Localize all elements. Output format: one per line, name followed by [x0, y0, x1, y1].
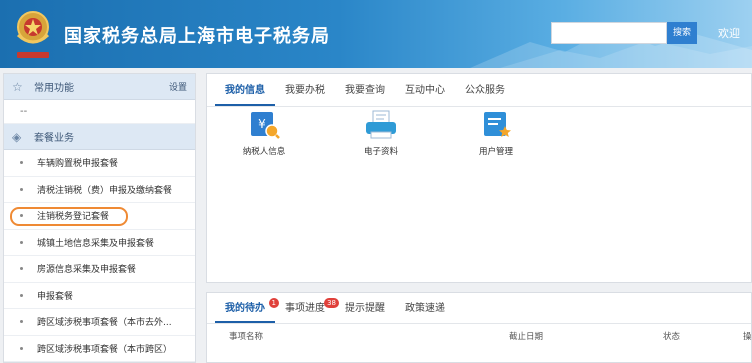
- todo-panel: 我的待办 1 事项进度 38 提示提醒 政策速递 事项名称 截止日期 状态 操: [206, 292, 752, 363]
- bullet-icon: [20, 187, 23, 191]
- tab-reminders[interactable]: 提示提醒: [335, 293, 395, 323]
- sidebar-item-label: 城镇土地信息采集及申报套餐: [37, 238, 155, 249]
- tile-taxpayer-info[interactable]: ¥ 纳税人信息: [219, 110, 309, 157]
- sidebar-item-tax-clearance[interactable]: 清税注销税（费）申报及缴纳套餐: [4, 177, 195, 203]
- sidebar-package-label: 套餐业务: [34, 133, 74, 144]
- sidebar-package-header[interactable]: ◈ 套餐业务: [4, 124, 195, 150]
- bullet-icon: [20, 240, 23, 244]
- bullet-icon: [20, 293, 23, 297]
- sidebar-common-label: 常用功能: [34, 83, 74, 94]
- column-header-action: 操: [743, 332, 752, 342]
- my-info-panel: 我的信息 我要办税 我要查询 互动中心 公众服务 ¥ 纳税人信息 电子资料 用户…: [206, 73, 752, 283]
- tile-user-management[interactable]: 用户管理: [451, 110, 541, 157]
- search-input[interactable]: [551, 22, 667, 44]
- taxpayer-info-icon: ¥: [251, 112, 280, 139]
- bullet-icon: [20, 320, 23, 324]
- tab-label: 政策速递: [405, 303, 445, 314]
- sidebar-item-urban-land[interactable]: 城镇土地信息采集及申报套餐: [4, 230, 195, 256]
- tile-electronic-docs[interactable]: 电子资料: [336, 110, 426, 157]
- tab-policy[interactable]: 政策速递: [395, 293, 455, 323]
- layers-icon: ◈: [12, 129, 22, 144]
- sidebar-item-label: 跨区域涉税事项套餐（本市跨区）: [37, 344, 173, 355]
- todo-tabs: 我的待办 1 事项进度 38 提示提醒 政策速递: [207, 293, 751, 324]
- tab-query[interactable]: 我要查询: [335, 74, 395, 106]
- tile-label: 用户管理: [478, 147, 513, 157]
- sidebar-item-label: 跨区域涉税事项套餐（本市去外...: [37, 318, 172, 329]
- bullet-icon: [20, 346, 23, 350]
- welcome-text: 欢迎: [718, 27, 740, 40]
- sidebar-item-label: 房源信息采集及申报套餐: [37, 265, 137, 276]
- tab-progress[interactable]: 事项进度 38: [275, 293, 339, 323]
- electronic-docs-icon: [366, 110, 396, 139]
- highlight-annotation: [10, 207, 128, 226]
- tab-label: 提示提醒: [345, 303, 385, 314]
- sidebar-item-label: 清税注销税（费）申报及缴纳套餐: [37, 185, 173, 196]
- bullet-icon: [20, 267, 23, 271]
- sidebar-common-header[interactable]: ☆ 常用功能 设置: [4, 74, 195, 100]
- site-title: 国家税务总局上海市电子税务局: [64, 26, 330, 47]
- tax-emblem-icon: [16, 11, 50, 58]
- settings-link[interactable]: 设置: [169, 80, 187, 93]
- tab-public-service[interactable]: 公众服务: [455, 74, 515, 106]
- sidebar-item-declaration[interactable]: 申报套餐: [4, 283, 195, 309]
- sidebar-item-cross-region-out[interactable]: 跨区域涉税事项套餐（本市去外...: [4, 309, 195, 336]
- tab-label: 我的待办: [225, 303, 265, 314]
- todo-table-header: 事项名称 截止日期 状态 操: [207, 324, 752, 346]
- sidebar-item-vehicle-purchase-tax[interactable]: 车辆购置税申报套餐: [4, 150, 195, 177]
- tab-label: 事项进度: [285, 303, 325, 314]
- tab-my-info[interactable]: 我的信息: [215, 74, 275, 106]
- user-management-icon: [484, 112, 511, 137]
- star-icon: ☆: [12, 79, 23, 94]
- column-header-item-name: 事项名称: [229, 332, 264, 342]
- bullet-icon: [20, 161, 23, 165]
- column-header-deadline: 截止日期: [509, 332, 544, 342]
- tab-my-todo[interactable]: 我的待办 1: [215, 293, 279, 323]
- column-header-status: 状态: [663, 332, 681, 342]
- tab-interaction[interactable]: 互动中心: [395, 74, 455, 106]
- sidebar-common-empty: --: [4, 100, 195, 124]
- sidebar-item-housing-info[interactable]: 房源信息采集及申报套餐: [4, 256, 195, 283]
- search-button[interactable]: 搜索: [667, 22, 697, 44]
- main-tabs: 我的信息 我要办税 我要查询 互动中心 公众服务: [207, 74, 751, 107]
- tile-label: 电子资料: [363, 147, 398, 157]
- tile-label: 纳税人信息: [242, 147, 286, 157]
- sidebar-item-cross-region-in[interactable]: 跨区域涉税事项套餐（本市跨区）: [4, 336, 195, 362]
- sidebar-item-label: 申报套餐: [37, 291, 74, 302]
- tab-tax-handling[interactable]: 我要办税: [275, 74, 335, 106]
- site-header: 国家税务总局上海市电子税务局 搜索 欢迎: [0, 0, 752, 68]
- svg-text:¥: ¥: [258, 117, 266, 131]
- sidebar-item-label: 车辆购置税申报套餐: [37, 159, 119, 170]
